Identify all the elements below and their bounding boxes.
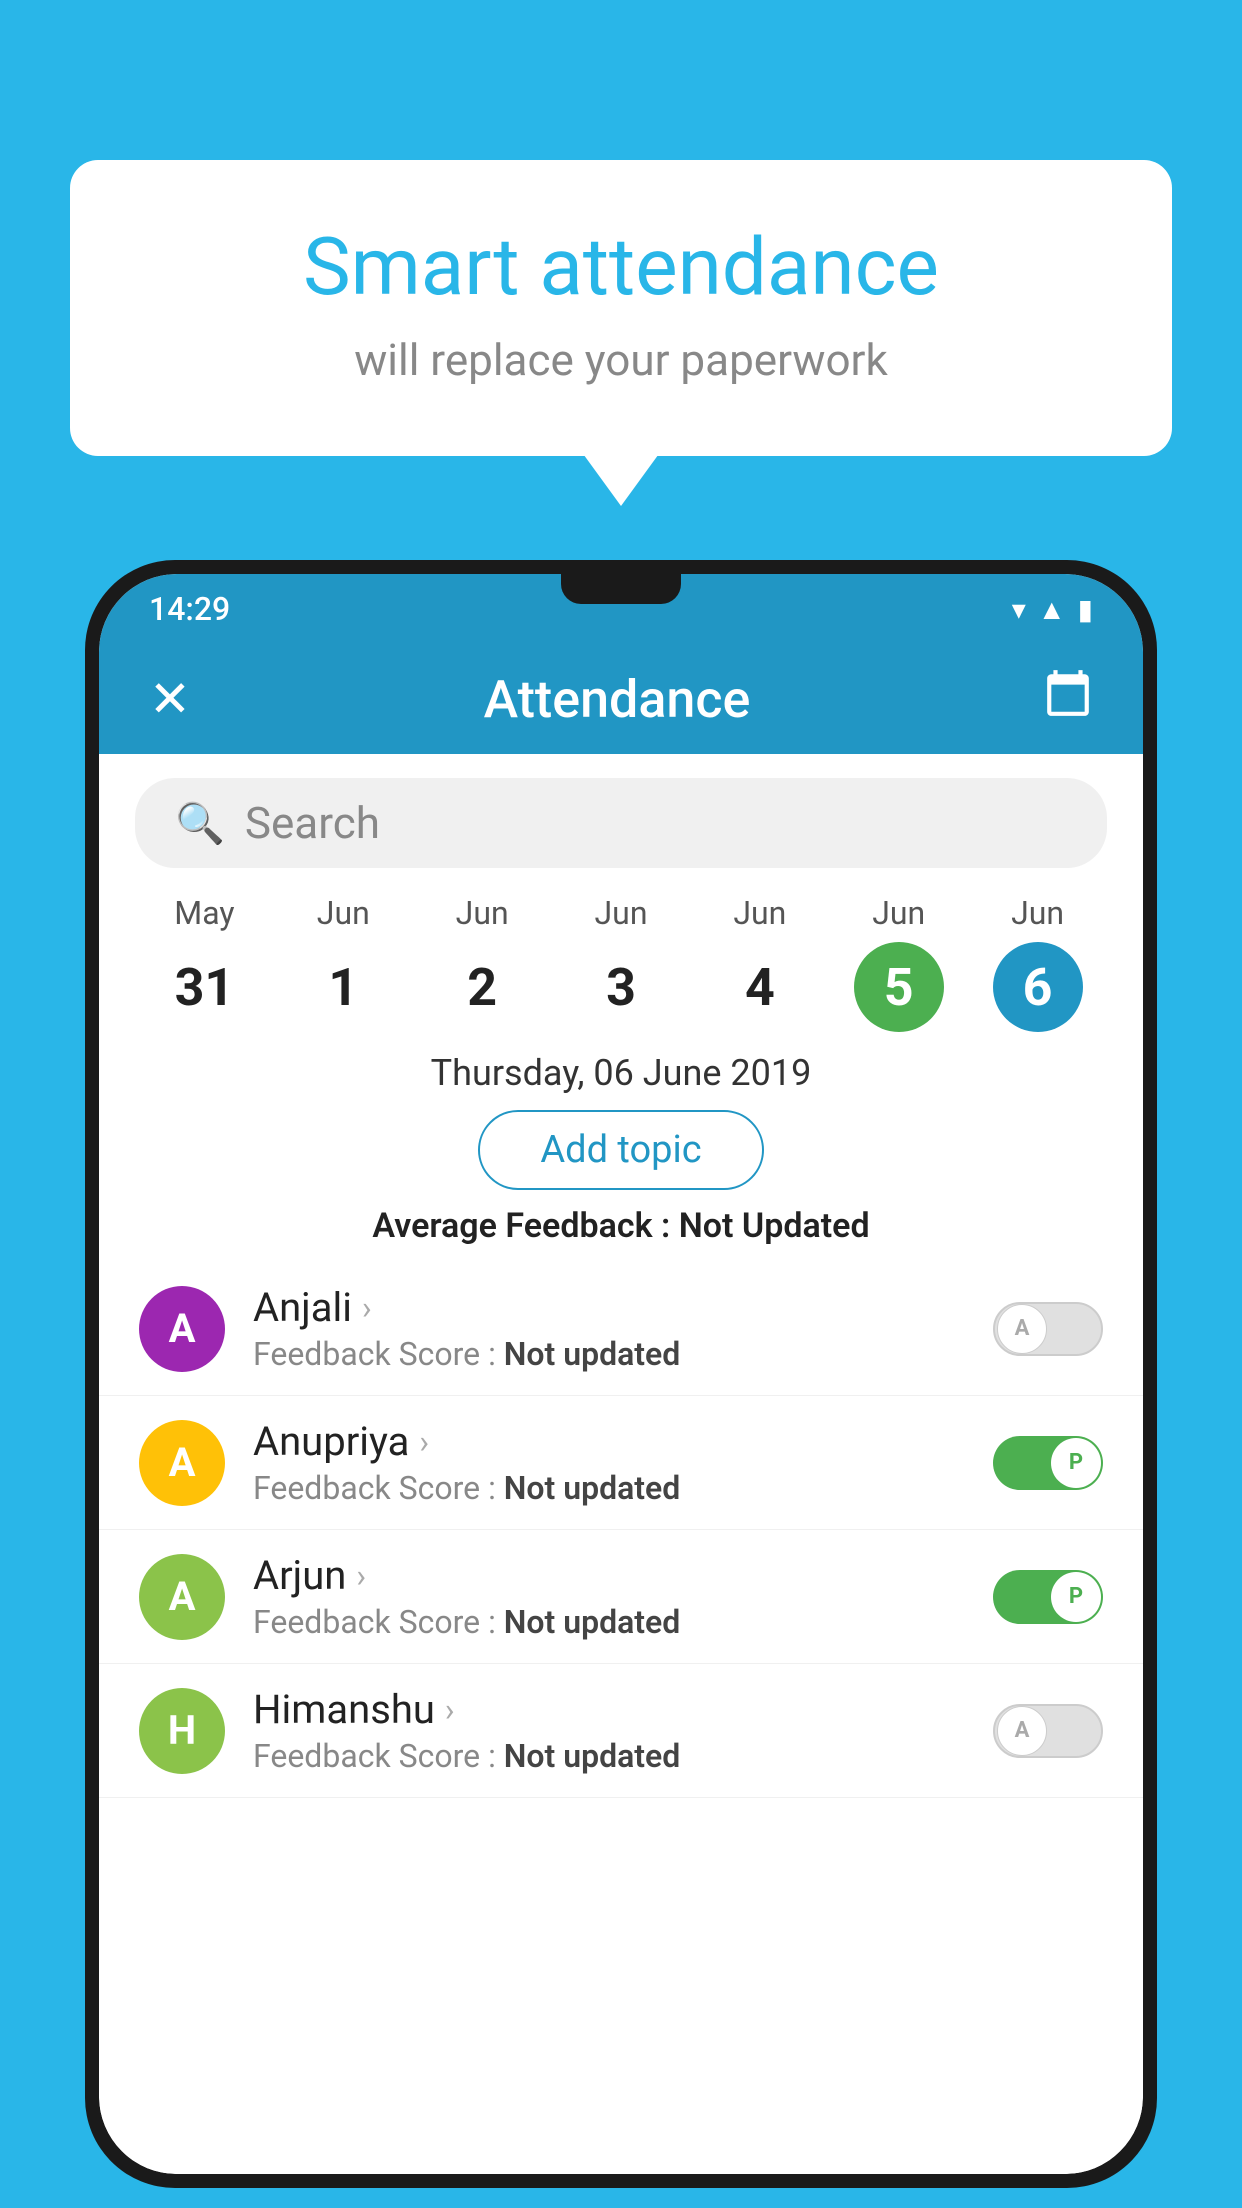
student-info: Anupriya › Feedback Score : Not updated — [253, 1418, 965, 1507]
avatar: A — [139, 1554, 225, 1640]
student-item[interactable]: A Anupriya › Feedback Score : Not updated P — [99, 1396, 1143, 1530]
search-placeholder: Search — [245, 797, 380, 849]
search-bar[interactable]: 🔍 Search — [135, 778, 1107, 868]
status-bar: 14:29 ▾ ▲ ▮ — [99, 574, 1143, 644]
status-time: 14:29 — [149, 590, 230, 628]
bubble-subtitle: will replace your paperwork — [150, 334, 1092, 386]
content-area: 🔍 Search May31Jun1Jun2Jun3Jun4Jun5Jun6 T… — [99, 754, 1143, 2174]
chevron-icon: › — [356, 1557, 366, 1595]
student-item[interactable]: A Arjun › Feedback Score : Not updated P — [99, 1530, 1143, 1664]
battery-icon: ▮ — [1078, 593, 1093, 626]
feedback-score: Feedback Score : Not updated — [253, 1335, 965, 1373]
date-column[interactable]: Jun2 — [413, 894, 552, 1032]
toggle-thumb: A — [997, 1706, 1047, 1756]
date-column[interactable]: Jun1 — [274, 894, 413, 1032]
bubble-title: Smart attendance — [150, 220, 1092, 314]
status-icons: ▾ ▲ ▮ — [1012, 593, 1093, 626]
selected-date: Thursday, 06 June 2019 — [99, 1052, 1143, 1094]
close-button[interactable]: ✕ — [149, 670, 191, 729]
date-scroller: May31Jun1Jun2Jun3Jun4Jun5Jun6 — [99, 884, 1143, 1042]
student-name: Anjali › — [253, 1284, 965, 1331]
phone-inner: 14:29 ▾ ▲ ▮ ✕ Attendance — [99, 574, 1143, 2174]
attendance-toggle[interactable]: A — [993, 1302, 1103, 1356]
toggle-thumb: P — [1051, 1572, 1101, 1622]
student-info: Himanshu › Feedback Score : Not updated — [253, 1686, 965, 1775]
avatar: A — [139, 1286, 225, 1372]
signal-icon: ▲ — [1038, 593, 1066, 626]
student-name: Anupriya › — [253, 1418, 965, 1465]
chevron-icon: › — [445, 1691, 455, 1729]
wifi-icon: ▾ — [1012, 593, 1026, 626]
date-column[interactable]: Jun6 — [968, 894, 1107, 1032]
attendance-toggle[interactable]: P — [993, 1570, 1103, 1624]
feedback-score: Feedback Score : Not updated — [253, 1603, 965, 1641]
add-topic-button[interactable]: Add topic — [478, 1110, 763, 1190]
phone-frame: 14:29 ▾ ▲ ▮ ✕ Attendance — [85, 560, 1157, 2188]
student-info: Arjun › Feedback Score : Not updated — [253, 1552, 965, 1641]
toggle-thumb: P — [1051, 1438, 1101, 1488]
chevron-icon: › — [362, 1289, 372, 1327]
student-info: Anjali › Feedback Score : Not updated — [253, 1284, 965, 1373]
toggle-thumb: A — [997, 1304, 1047, 1354]
avatar: A — [139, 1420, 225, 1506]
avatar: H — [139, 1688, 225, 1774]
student-item[interactable]: H Himanshu › Feedback Score : Not updated A — [99, 1664, 1143, 1798]
date-column[interactable]: Jun5 — [829, 894, 968, 1032]
student-list: AAnjali ›Feedback Score : Not updatedAAA… — [99, 1262, 1143, 2174]
app-bar: ✕ Attendance — [99, 644, 1143, 754]
student-name: Arjun › — [253, 1552, 965, 1599]
speech-bubble: Smart attendance will replace your paper… — [70, 160, 1172, 456]
date-column[interactable]: Jun4 — [690, 894, 829, 1032]
app-bar-title: Attendance — [484, 669, 751, 730]
student-name: Himanshu › — [253, 1686, 965, 1733]
search-icon: 🔍 — [175, 800, 225, 847]
date-column[interactable]: May31 — [135, 894, 274, 1032]
attendance-toggle[interactable]: P — [993, 1436, 1103, 1490]
phone-screen: 14:29 ▾ ▲ ▮ ✕ Attendance — [99, 574, 1143, 2174]
attendance-toggle[interactable]: A — [993, 1704, 1103, 1758]
chevron-icon: › — [419, 1423, 429, 1461]
feedback-score: Feedback Score : Not updated — [253, 1469, 965, 1507]
average-feedback: Average Feedback : Not Updated — [99, 1206, 1143, 1246]
calendar-button[interactable] — [1043, 668, 1093, 731]
student-item[interactable]: A Anjali › Feedback Score : Not updated A — [99, 1262, 1143, 1396]
date-column[interactable]: Jun3 — [552, 894, 691, 1032]
feedback-score: Feedback Score : Not updated — [253, 1737, 965, 1775]
